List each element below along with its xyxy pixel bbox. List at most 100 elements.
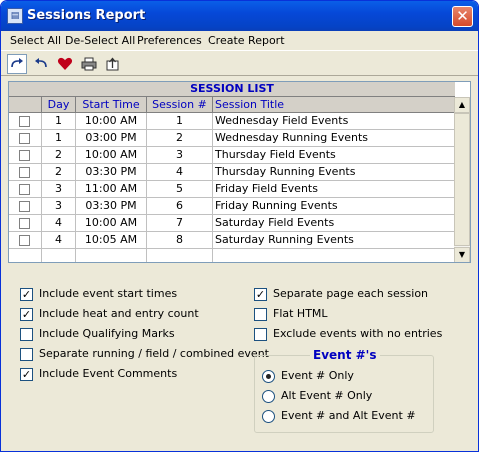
option-label: Separate running / field / combined even… [39,347,269,360]
table-row[interactable]: 3 03:30 PM 6 Friday Running Events [9,198,455,215]
row-checkbox[interactable] [19,235,30,246]
cell-session: 5 [147,181,213,198]
column-header-session-title[interactable]: Session Title [213,97,455,113]
radio-button[interactable] [262,370,275,383]
option-checkbox[interactable]: Exclude events with no entries [254,327,478,343]
radio-button[interactable] [262,390,275,403]
toolbar [1,50,478,76]
cell-time: 11:00 AM [76,181,147,198]
row-checkbox[interactable] [19,218,30,229]
cell-session: 1 [147,113,213,130]
table-row[interactable]: 4 10:05 AM 8 Saturday Running Events [9,232,455,249]
checkmark-icon[interactable]: ✓ [20,288,33,301]
cell-day: 1 [42,113,76,130]
event-number-radio[interactable]: Event # and Alt Event # [262,409,432,425]
checkmark-icon[interactable]: ✓ [20,308,33,321]
export-icon[interactable] [103,54,123,74]
row-checkbox[interactable] [19,133,30,144]
option-checkbox[interactable]: Flat HTML [254,307,478,323]
event-number-radio[interactable]: Alt Event # Only [262,389,432,405]
radio-label: Event # Only [281,369,354,382]
menu-deselect-all[interactable]: De-Select All [65,34,135,47]
row-select-cell[interactable] [9,198,42,215]
printer-icon[interactable] [79,54,99,74]
scroll-thumb[interactable] [454,113,470,246]
menu-preferences[interactable]: Preferences [137,34,202,47]
table-row[interactable] [9,249,455,262]
option-checkbox[interactable]: ✓ Include event start times [20,287,250,303]
radio-dot-icon [266,374,271,379]
cell-day: 2 [42,147,76,164]
cell-title: Wednesday Running Events [213,130,455,147]
row-select-cell[interactable] [9,113,42,130]
row-select-cell[interactable] [9,164,42,181]
menu-bar: Select All De-Select All Preferences Cre… [1,31,478,50]
row-select-cell[interactable] [9,130,42,147]
redo-icon[interactable] [7,54,27,74]
heart-icon[interactable] [55,54,75,74]
vertical-scrollbar[interactable]: ▲ ▼ [454,97,470,262]
radio-button[interactable] [262,410,275,423]
column-header-day[interactable]: Day [42,97,76,113]
table-row[interactable]: 2 10:00 AM 3 Thursday Field Events [9,147,455,164]
option-checkbox[interactable]: ✓ Include Event Comments [20,367,250,383]
option-label: Include heat and entry count [39,307,199,320]
cell-day: 1 [42,130,76,147]
row-select-cell[interactable] [9,249,42,262]
event-number-radio[interactable]: Event # Only [262,369,432,385]
row-select-cell[interactable] [9,181,42,198]
option-label: Include Event Comments [39,367,178,380]
cell-time: 10:00 AM [76,147,147,164]
row-select-cell[interactable] [9,232,42,249]
table-row[interactable]: 1 10:00 AM 1 Wednesday Field Events [9,113,455,130]
cell-time: 03:30 PM [76,198,147,215]
checkbox-box[interactable] [254,308,267,321]
cell-session: 3 [147,147,213,164]
cell-title: Saturday Running Events [213,232,455,249]
session-list-grid[interactable]: SESSION LIST Day Start Time Session # Se… [8,81,471,263]
close-button[interactable]: ✕ [452,6,473,27]
row-checkbox[interactable] [19,167,30,178]
menu-create-report[interactable]: Create Report [208,34,285,47]
cell-session: 6 [147,198,213,215]
option-label: Flat HTML [273,307,328,320]
cell-session: 4 [147,164,213,181]
app-icon: ▤ [7,8,23,24]
menu-select-all[interactable]: Select All [10,34,61,47]
event-numbers-title: Event #'s [310,348,380,362]
cell-title: Friday Field Events [213,181,455,198]
title-bar[interactable]: ▤ Sessions Report ✕ [1,1,478,31]
cell-title: Saturday Field Events [213,215,455,232]
option-checkbox[interactable]: Separate running / field / combined even… [20,347,269,363]
cell-day: 2 [42,164,76,181]
checkbox-box[interactable] [20,328,33,341]
option-checkbox[interactable]: ✓ Separate page each session [254,287,478,303]
row-select-cell[interactable] [9,147,42,164]
checkbox-box[interactable] [20,348,33,361]
option-checkbox[interactable]: Include Qualifying Marks [20,327,250,343]
cell-day: 3 [42,198,76,215]
cell-time: 10:00 AM [76,215,147,232]
scroll-up-arrow-icon[interactable]: ▲ [454,97,470,113]
row-select-cell[interactable] [9,215,42,232]
row-checkbox[interactable] [19,184,30,195]
cell-title: Wednesday Field Events [213,113,455,130]
column-header-start-time[interactable]: Start Time [76,97,147,113]
table-row[interactable]: 1 03:00 PM 2 Wednesday Running Events [9,130,455,147]
checkbox-box[interactable] [254,328,267,341]
row-checkbox[interactable] [19,201,30,212]
column-header-session[interactable]: Session # [147,97,213,113]
cell-time: 10:05 AM [76,232,147,249]
checkmark-icon[interactable]: ✓ [20,368,33,381]
table-row[interactable]: 3 11:00 AM 5 Friday Field Events [9,181,455,198]
row-checkbox[interactable] [19,150,30,161]
checkmark-icon[interactable]: ✓ [254,288,267,301]
scroll-down-arrow-icon[interactable]: ▼ [454,247,470,262]
table-row[interactable]: 4 10:00 AM 7 Saturday Field Events [9,215,455,232]
option-checkbox[interactable]: ✓ Include heat and entry count [20,307,250,323]
cell-day [42,249,76,262]
row-checkbox[interactable] [19,116,30,127]
table-row[interactable]: 2 03:30 PM 4 Thursday Running Events [9,164,455,181]
undo-icon[interactable] [31,54,51,74]
option-label: Separate page each session [273,287,429,300]
